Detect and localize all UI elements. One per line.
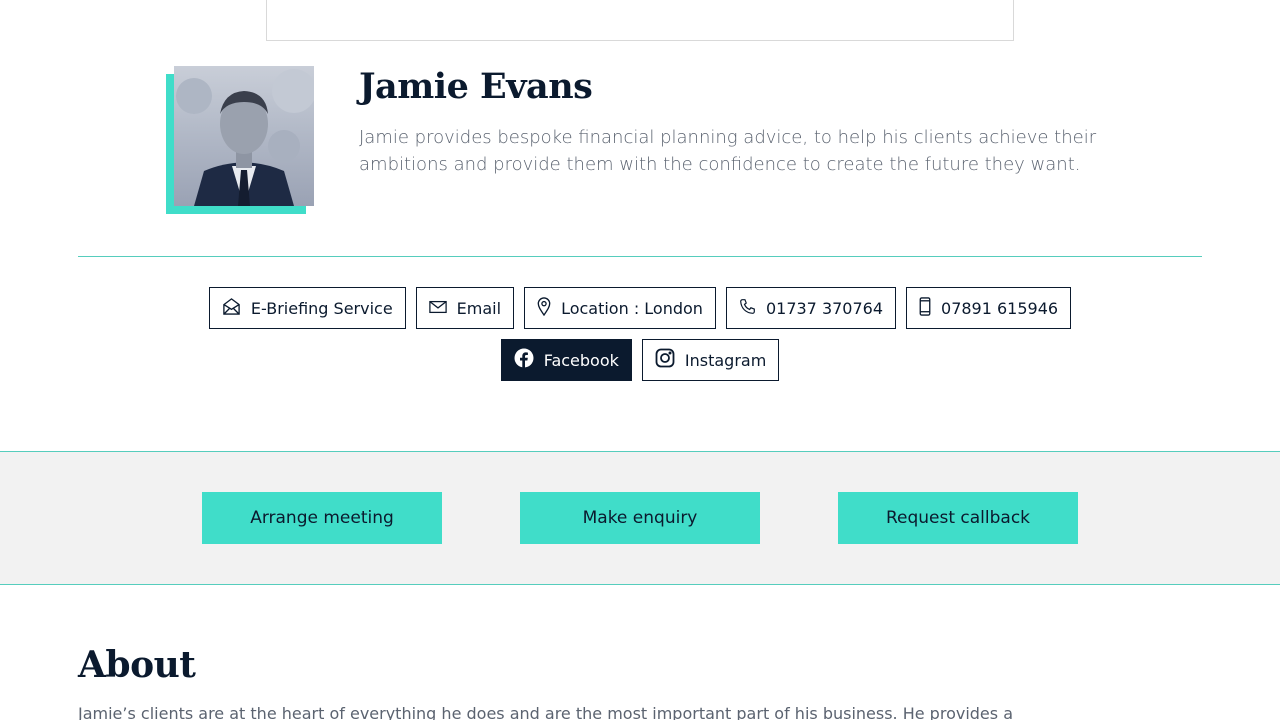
location-label: Location : London (561, 298, 703, 318)
arrange-meeting-button[interactable]: Arrange meeting (202, 492, 442, 544)
make-enquiry-button[interactable]: Make enquiry (520, 492, 760, 544)
about-text: Jamie’s clients are at the heart of ever… (78, 704, 1013, 720)
phone-button[interactable]: 01737 370764 (725, 287, 897, 329)
mobile-button[interactable]: 07891 615946 (906, 287, 1072, 329)
instagram-button[interactable]: Instagram (641, 339, 780, 381)
section-divider (78, 256, 1202, 257)
phone-icon (739, 298, 756, 319)
request-callback-button[interactable]: Request callback (838, 492, 1078, 544)
map-pin-icon (537, 296, 551, 320)
profile-photo (174, 66, 314, 206)
envelope-open-icon (222, 297, 241, 320)
ebriefing-button[interactable]: E-Briefing Service (208, 287, 406, 329)
facebook-label: Facebook (543, 350, 619, 370)
contact-links-row-2: Facebook Instagram (0, 339, 1280, 381)
about-heading: About (78, 644, 196, 686)
location-button[interactable]: Location : London (524, 287, 716, 329)
cta-band: Arrange meeting Make enquiry Request cal… (0, 451, 1280, 585)
mobile-icon (919, 296, 931, 320)
envelope-icon (428, 299, 447, 318)
instagram-icon (655, 348, 675, 372)
contact-links-row-1: E-Briefing Service Email Location : Lond… (0, 287, 1280, 329)
top-panel (266, 0, 1014, 41)
email-label: Email (456, 298, 502, 318)
facebook-icon (514, 348, 534, 372)
advisor-bio: Jamie provides bespoke financial plannin… (359, 127, 1097, 175)
advisor-name: Jamie Evans (359, 66, 593, 107)
email-button[interactable]: Email (415, 287, 515, 329)
ebriefing-label: E-Briefing Service (250, 298, 393, 318)
mobile-label: 07891 615946 (941, 298, 1059, 318)
phone-label: 01737 370764 (765, 298, 884, 318)
facebook-button[interactable]: Facebook (500, 339, 632, 381)
instagram-label: Instagram (684, 350, 767, 370)
